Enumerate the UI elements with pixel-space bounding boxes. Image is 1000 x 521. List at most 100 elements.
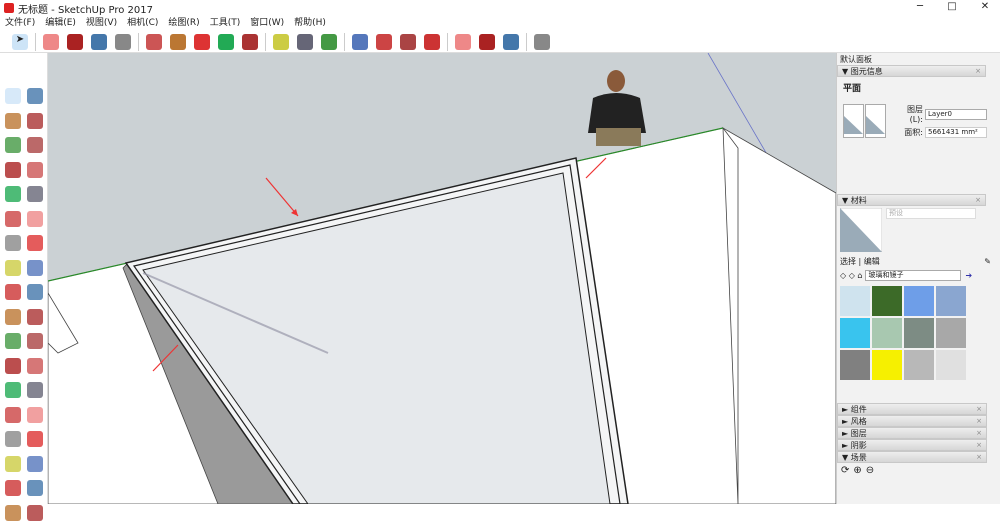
components-header[interactable]: ► 组件 × xyxy=(837,403,987,415)
tape-measure-icon[interactable] xyxy=(273,33,289,50)
paint-bucket-icon[interactable] xyxy=(321,33,337,50)
zoom-extents-tool-icon[interactable] xyxy=(5,455,21,472)
pencil-tool-icon[interactable] xyxy=(5,137,21,153)
offset-tool-icon[interactable] xyxy=(27,308,43,325)
materials-header[interactable]: ▼ 材料 × xyxy=(837,194,986,206)
material-swatch[interactable] xyxy=(872,350,902,380)
orbit-icon[interactable] xyxy=(352,33,368,50)
scale-tool-icon[interactable] xyxy=(5,308,21,325)
material-swatch[interactable] xyxy=(840,350,870,380)
previous-tool-icon[interactable] xyxy=(27,455,43,472)
styles-header[interactable]: ► 风格 × xyxy=(837,415,987,427)
text-icon[interactable] xyxy=(297,33,313,50)
material-name-input[interactable]: 预设 xyxy=(886,208,976,219)
rotate-tool-icon[interactable] xyxy=(5,284,21,300)
home-icon[interactable]: ⌂ xyxy=(857,271,862,280)
close-button[interactable]: ✕ xyxy=(970,0,1000,16)
tab-edit[interactable]: 编辑 xyxy=(864,256,880,267)
orbit-tool-icon[interactable] xyxy=(5,406,21,423)
material-swatch[interactable] xyxy=(840,286,870,316)
layers-header[interactable]: ► 图层 × xyxy=(837,427,987,439)
dimension-tool-icon[interactable] xyxy=(27,333,43,349)
polygon-tool-icon[interactable] xyxy=(27,186,43,202)
position-camera-tool-icon[interactable] xyxy=(5,480,21,496)
extension-manager-icon[interactable] xyxy=(534,33,550,50)
forward-icon[interactable]: ◇ xyxy=(849,271,855,280)
push-pull-icon[interactable] xyxy=(146,33,162,50)
menu-camera[interactable]: 相机(C) xyxy=(122,16,163,30)
pan-icon[interactable] xyxy=(376,33,392,50)
warehouse-icon[interactable] xyxy=(455,33,471,50)
details-icon[interactable]: ➔ xyxy=(965,271,972,280)
move-icon[interactable] xyxy=(194,33,210,50)
text-tool-icon[interactable] xyxy=(27,357,43,374)
eraser-icon[interactable] xyxy=(43,33,59,50)
select-tool-icon[interactable] xyxy=(5,88,21,104)
eyedropper-icon[interactable]: ✎ xyxy=(984,257,991,266)
material-swatch[interactable] xyxy=(904,350,934,380)
axes-tool-icon[interactable] xyxy=(5,382,21,398)
refresh-icon[interactable]: ⟳ xyxy=(841,465,849,476)
tab-select[interactable]: 选择 xyxy=(840,256,856,267)
material-swatch[interactable] xyxy=(904,286,934,316)
menu-view[interactable]: 视图(V) xyxy=(81,16,122,30)
tape-measure-tool-icon[interactable] xyxy=(5,333,21,349)
scenes-header[interactable]: ▼ 场景 × xyxy=(837,451,987,463)
rotate-icon[interactable] xyxy=(218,33,234,50)
freehand-tool-icon[interactable] xyxy=(27,137,43,153)
library-select[interactable]: 玻璃和镜子 xyxy=(865,270,962,281)
walk-tool-icon[interactable] xyxy=(5,504,21,521)
look-around-tool-icon[interactable] xyxy=(27,480,43,496)
eraser-tool-icon[interactable] xyxy=(27,112,43,129)
entity-info-header[interactable]: ▼ 图元信息 × xyxy=(837,65,986,77)
paint-bucket-tool-icon[interactable] xyxy=(5,112,21,129)
menu-edit[interactable]: 编辑(E) xyxy=(40,16,81,30)
model-viewport[interactable] xyxy=(48,53,836,504)
arc-2pt-tool-icon[interactable] xyxy=(27,210,43,227)
material-swatch[interactable] xyxy=(840,318,870,348)
circle-tool-icon[interactable] xyxy=(5,186,21,202)
scale-icon[interactable] xyxy=(242,33,258,50)
add-scene-icon[interactable]: ⊕ xyxy=(853,465,861,476)
remove-scene-icon[interactable]: ⊖ xyxy=(866,465,874,476)
close-icon[interactable]: × xyxy=(975,67,981,75)
menu-draw[interactable]: 绘图(R) xyxy=(163,16,204,30)
arc-tool-icon[interactable] xyxy=(5,210,21,227)
select-icon[interactable]: ➤ xyxy=(12,33,28,50)
minimize-button[interactable]: ─ xyxy=(905,0,935,16)
pencil-icon[interactable] xyxy=(67,33,83,50)
menu-window[interactable]: 窗口(W) xyxy=(245,16,289,30)
material-swatch[interactable] xyxy=(936,286,966,316)
rectangle-tool-icon[interactable] xyxy=(5,161,21,178)
shadows-header[interactable]: ► 阴影 × xyxy=(837,439,987,451)
maximize-button[interactable]: □ xyxy=(937,0,967,16)
zoom-window-tool-icon[interactable] xyxy=(27,431,43,447)
rectangle-icon[interactable] xyxy=(115,33,131,50)
section-plane-tool-icon[interactable] xyxy=(27,504,43,521)
material-swatch[interactable] xyxy=(904,318,934,348)
zoom-icon[interactable] xyxy=(400,33,416,50)
pie-tool-icon[interactable] xyxy=(27,235,43,251)
follow-me-icon[interactable] xyxy=(170,33,186,50)
move-tool-icon[interactable] xyxy=(5,259,21,276)
menu-tools[interactable]: 工具(T) xyxy=(205,16,246,30)
material-swatch[interactable] xyxy=(936,318,966,348)
protractor-tool-icon[interactable] xyxy=(5,357,21,374)
material-swatch[interactable] xyxy=(872,286,902,316)
follow-me-tool-icon[interactable] xyxy=(27,284,43,300)
pan-tool-icon[interactable] xyxy=(27,406,43,423)
send-to-layout-icon[interactable] xyxy=(503,33,519,50)
layer-select[interactable]: Layer0 xyxy=(925,108,987,120)
menu-help[interactable]: 帮助(H) xyxy=(289,16,331,30)
3d-text-tool-icon[interactable] xyxy=(27,382,43,398)
zoom-extents-icon[interactable] xyxy=(424,33,440,50)
push-pull-tool-icon[interactable] xyxy=(27,259,43,276)
zoom-tool-icon[interactable] xyxy=(5,431,21,447)
menu-file[interactable]: 文件(F) xyxy=(0,16,40,30)
back-icon[interactable]: ◇ xyxy=(840,271,846,280)
arc-3pt-tool-icon[interactable] xyxy=(5,235,21,251)
material-swatch[interactable] xyxy=(936,350,966,380)
rotated-rectangle-tool-icon[interactable] xyxy=(27,161,43,178)
material-swatch[interactable] xyxy=(872,318,902,348)
make-component-tool-icon[interactable] xyxy=(27,88,43,104)
